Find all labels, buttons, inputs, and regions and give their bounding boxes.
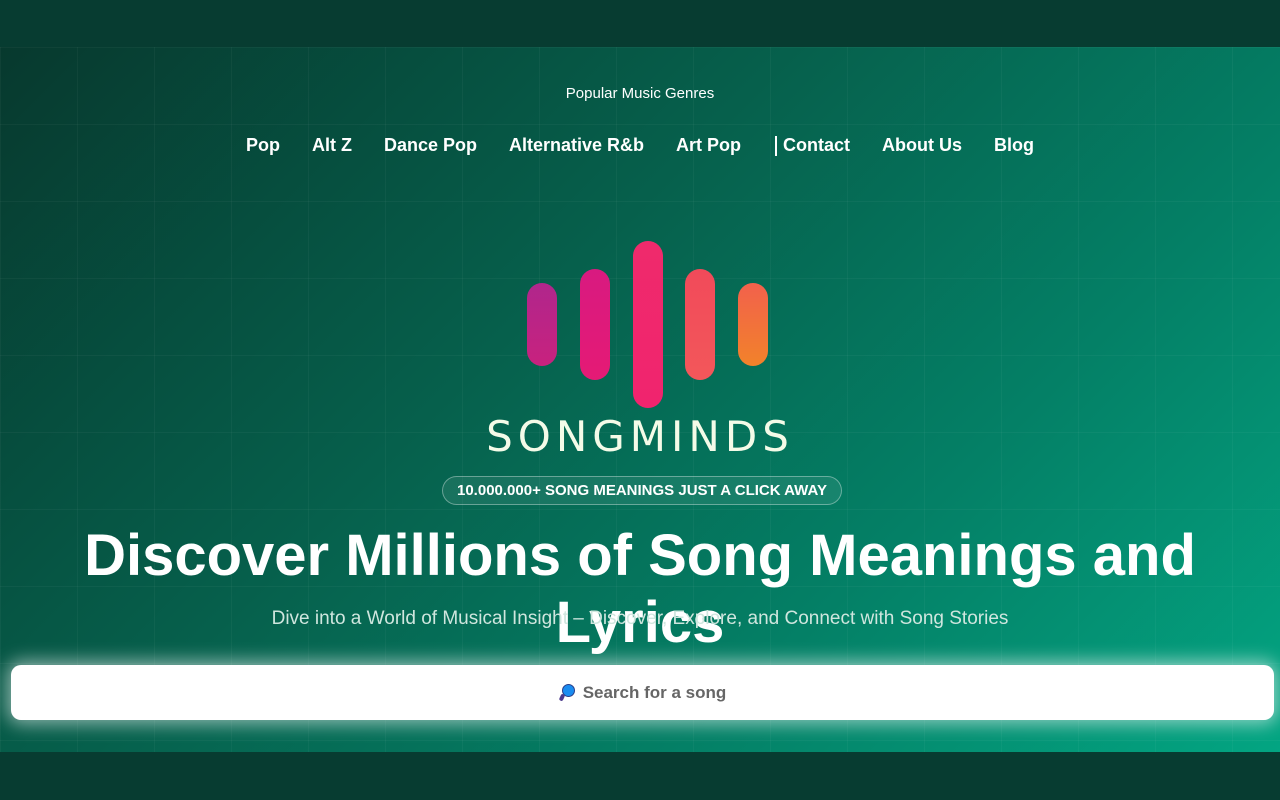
bottom-bar xyxy=(0,752,1280,800)
page-headline: Discover Millions of Song Meanings and L… xyxy=(84,523,1196,655)
hero-section: Popular Music Genres Pop Alt Z Dance Pop… xyxy=(0,47,1280,752)
search-placeholder: Search for a song xyxy=(582,682,727,702)
logo-bar xyxy=(633,241,663,408)
logo-wordmark: SONGMINDS xyxy=(486,412,794,461)
nav-contact[interactable]: Contact xyxy=(783,135,850,156)
search-input[interactable]: Search for a song xyxy=(11,665,1274,720)
page-subheadline: Dive into a World of Musical Insight – D… xyxy=(271,608,1009,629)
nav-alternative-rnb[interactable]: Alternative R&b xyxy=(509,135,644,156)
nav-alt-z[interactable]: Alt Z xyxy=(312,135,352,156)
nav-blog[interactable]: Blog xyxy=(994,135,1034,156)
logo-bar xyxy=(685,269,715,380)
logo-bar xyxy=(580,269,610,380)
nav-art-pop[interactable]: Art Pop xyxy=(676,135,741,156)
logo-bar xyxy=(738,283,768,366)
nav-about-us[interactable]: About Us xyxy=(882,135,962,156)
search-icon xyxy=(559,683,575,702)
nav-divider xyxy=(775,136,778,156)
nav-dance-pop[interactable]: Dance Pop xyxy=(384,135,477,156)
genres-title: Popular Music Genres xyxy=(565,85,715,102)
nav-pop[interactable]: Pop xyxy=(246,135,280,156)
logo-bar xyxy=(527,283,557,366)
top-bar xyxy=(0,0,1280,47)
song-count-badge: 10.000.000+ SONG MEANINGS JUST A CLICK A… xyxy=(442,476,842,505)
songminds-logo[interactable] xyxy=(0,240,1280,410)
main-nav: Pop Alt Z Dance Pop Alternative R&b Art … xyxy=(0,135,1280,156)
